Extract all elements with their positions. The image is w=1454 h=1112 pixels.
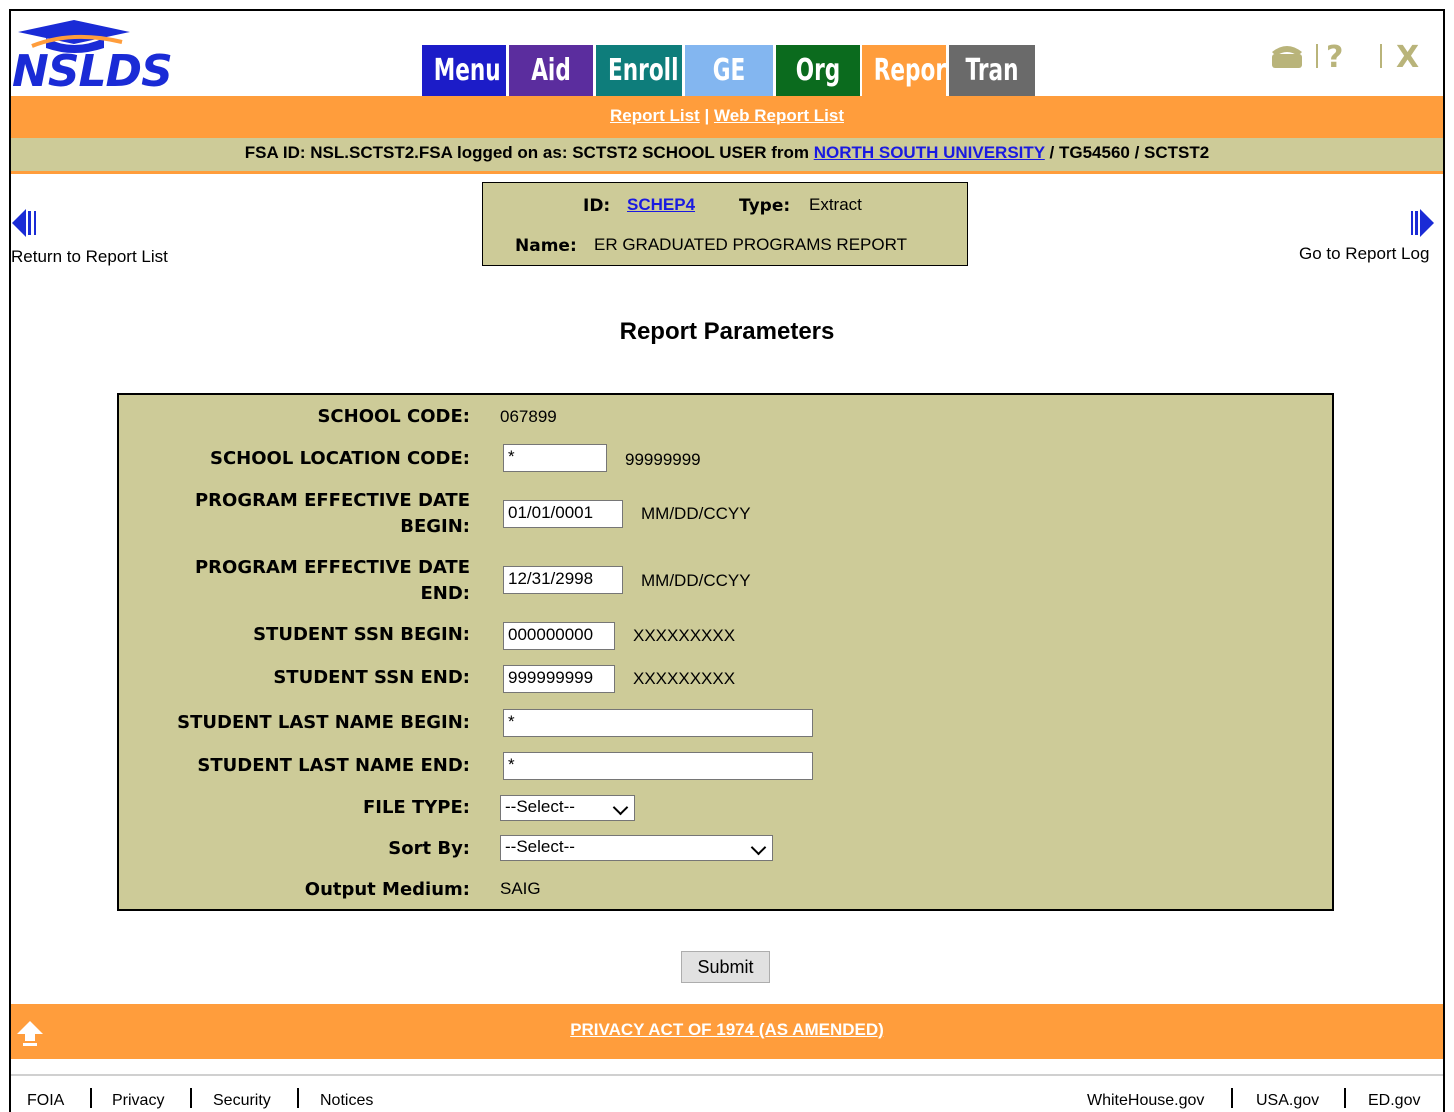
program-date-end-label-1: PROGRAM EFFECTIVE DATE xyxy=(194,557,470,578)
last-name-begin-label: STUDENT LAST NAME BEGIN: xyxy=(177,712,470,733)
program-date-begin-label-1: PROGRAM EFFECTIVE DATE xyxy=(194,490,470,511)
tab-aid-label: Aid xyxy=(531,53,571,88)
report-type-value: Extract xyxy=(809,195,862,214)
program-date-begin-hint: MM/DD/CCYY xyxy=(641,504,751,523)
svg-text:?: ? xyxy=(1326,40,1343,72)
report-parameters-panel: SCHOOL CODE: 067899 SCHOOL LOCATION CODE… xyxy=(117,393,1334,911)
fwd-arrow-bar-2 xyxy=(1411,211,1413,235)
report-name-label: Name: xyxy=(515,236,577,256)
program-date-end-input[interactable]: 12/31/2998 xyxy=(503,566,623,594)
sort-by-select[interactable]: --Select-- xyxy=(500,835,773,861)
tab-enroll-label: Enroll xyxy=(608,53,679,88)
report-type-label: Type: xyxy=(739,196,791,216)
output-medium-value: SAIG xyxy=(500,879,541,898)
sort-by-selected: --Select-- xyxy=(505,837,575,856)
file-type-select[interactable]: --Select-- xyxy=(500,795,635,821)
footer-separator xyxy=(1344,1088,1346,1108)
logo-text: NSLDS xyxy=(12,46,173,97)
output-medium-label: Output Medium: xyxy=(304,879,470,900)
footer-link-ed[interactable]: ED.gov xyxy=(1368,1092,1420,1110)
school-location-label: SCHOOL LOCATION CODE: xyxy=(209,448,470,469)
sort-by-label: Sort By: xyxy=(388,838,470,859)
back-arrow-icon[interactable] xyxy=(12,209,26,237)
close-icon[interactable]: X xyxy=(1396,40,1419,72)
footer-separator xyxy=(297,1088,299,1108)
link-separator: | xyxy=(704,106,710,125)
report-id-label: ID: xyxy=(583,196,611,216)
last-name-end-input[interactable]: * xyxy=(503,752,813,780)
login-status-bar: FSA ID: NSL.SCTST2.FSA logged on as: SCT… xyxy=(11,138,1443,174)
tab-enroll[interactable]: Enroll xyxy=(596,45,682,96)
footer-separator xyxy=(1231,1088,1233,1108)
nslds-logo[interactable]: NSLDS xyxy=(12,12,192,97)
utility-icons: ? X xyxy=(1272,40,1419,72)
footer-link-usa[interactable]: USA.gov xyxy=(1256,1092,1319,1110)
school-code-label: SCHOOL CODE: xyxy=(317,406,470,427)
program-date-end-label-2: END: xyxy=(420,583,471,604)
school-link[interactable]: NORTH SOUTH UNIVERSITY xyxy=(814,143,1045,162)
chevron-down-icon xyxy=(612,799,629,816)
ssn-end-hint: XXXXXXXXX xyxy=(633,669,736,688)
last-name-end-label: STUDENT LAST NAME END: xyxy=(197,755,470,776)
page-title: Report Parameters xyxy=(619,318,835,345)
tab-org-label: Org xyxy=(795,53,841,88)
ssn-begin-hint: XXXXXXXXX xyxy=(633,626,736,645)
program-date-begin-label-2: BEGIN: xyxy=(400,516,470,537)
status-suffix: / TG54560 / SCTST2 xyxy=(1049,143,1210,162)
phone-icon[interactable] xyxy=(1272,46,1302,68)
file-type-selected: --Select-- xyxy=(505,797,575,816)
program-date-begin-input[interactable]: 01/01/0001 xyxy=(503,500,623,528)
tab-org[interactable]: Org xyxy=(776,45,860,96)
go-to-report-log-link[interactable]: Go to Report Log xyxy=(1299,244,1440,264)
footer-link-privacy[interactable]: Privacy xyxy=(112,1092,164,1110)
ssn-begin-input[interactable]: 000000000 xyxy=(503,622,615,650)
ssn-end-label: STUDENT SSN END: xyxy=(273,667,470,688)
footer-link-notices[interactable]: Notices xyxy=(320,1092,373,1110)
footer-separator xyxy=(90,1088,92,1108)
tab-tran[interactable]: Tran xyxy=(949,45,1035,96)
chevron-down-icon xyxy=(750,839,767,856)
footer-separator xyxy=(190,1088,192,1108)
footer-link-security[interactable]: Security xyxy=(213,1092,271,1110)
report-name-value: ER GRADUATED PROGRAMS REPORT xyxy=(594,235,907,254)
web-report-list-link[interactable]: Web Report List xyxy=(714,106,844,125)
school-location-hint: 99999999 xyxy=(625,450,701,469)
ssn-begin-label: STUDENT SSN BEGIN: xyxy=(253,624,470,645)
tab-ge[interactable]: GE xyxy=(685,45,773,96)
school-location-input[interactable]: * xyxy=(503,444,607,472)
tab-ge-label: GE xyxy=(712,53,746,88)
report-list-link[interactable]: Report List xyxy=(610,106,700,125)
footer-divider xyxy=(11,1074,1443,1076)
tab-report-label: Report xyxy=(873,53,957,88)
privacy-act-link[interactable]: PRIVACY ACT OF 1974 (AS AMENDED) xyxy=(11,1020,1443,1040)
tab-report[interactable]: Report xyxy=(862,45,957,96)
ssn-end-input[interactable]: 999999999 xyxy=(503,665,615,693)
last-name-begin-input[interactable]: * xyxy=(503,709,813,737)
back-arrow-bar xyxy=(28,211,31,235)
tab-menu-label: Menu xyxy=(433,53,501,88)
program-date-end-hint: MM/DD/CCYY xyxy=(641,571,751,590)
file-type-label: FILE TYPE: xyxy=(362,797,470,818)
svg-text:X: X xyxy=(1396,40,1419,72)
forward-arrow-icon[interactable] xyxy=(1420,209,1434,237)
report-info-box: ID: SCHEP4 Type: Extract Name: ER GRADUA… xyxy=(482,182,968,266)
status-prefix: FSA ID: NSL.SCTST2.FSA logged on as: SCT… xyxy=(244,143,809,162)
report-id-link[interactable]: SCHEP4 xyxy=(627,195,695,215)
school-code-value: 067899 xyxy=(500,407,557,426)
footer-link-whitehouse[interactable]: WhiteHouse.gov xyxy=(1087,1092,1204,1110)
report-links-bar: Report List | Web Report List xyxy=(11,96,1443,138)
return-to-report-list-link[interactable]: Return to Report List xyxy=(11,247,168,267)
footer-link-foia[interactable]: FOIA xyxy=(27,1092,64,1110)
tab-tran-label: Tran xyxy=(965,53,1019,88)
fwd-arrow-bar xyxy=(1415,211,1418,235)
tab-menu[interactable]: Menu xyxy=(422,45,506,96)
footer-bar: PRIVACY ACT OF 1974 (AS AMENDED) xyxy=(11,1004,1443,1059)
tab-aid[interactable]: Aid xyxy=(509,45,593,96)
back-arrow-bar-2 xyxy=(34,211,36,235)
help-icon[interactable]: ? xyxy=(1326,40,1343,72)
submit-button[interactable]: Submit xyxy=(681,951,770,983)
